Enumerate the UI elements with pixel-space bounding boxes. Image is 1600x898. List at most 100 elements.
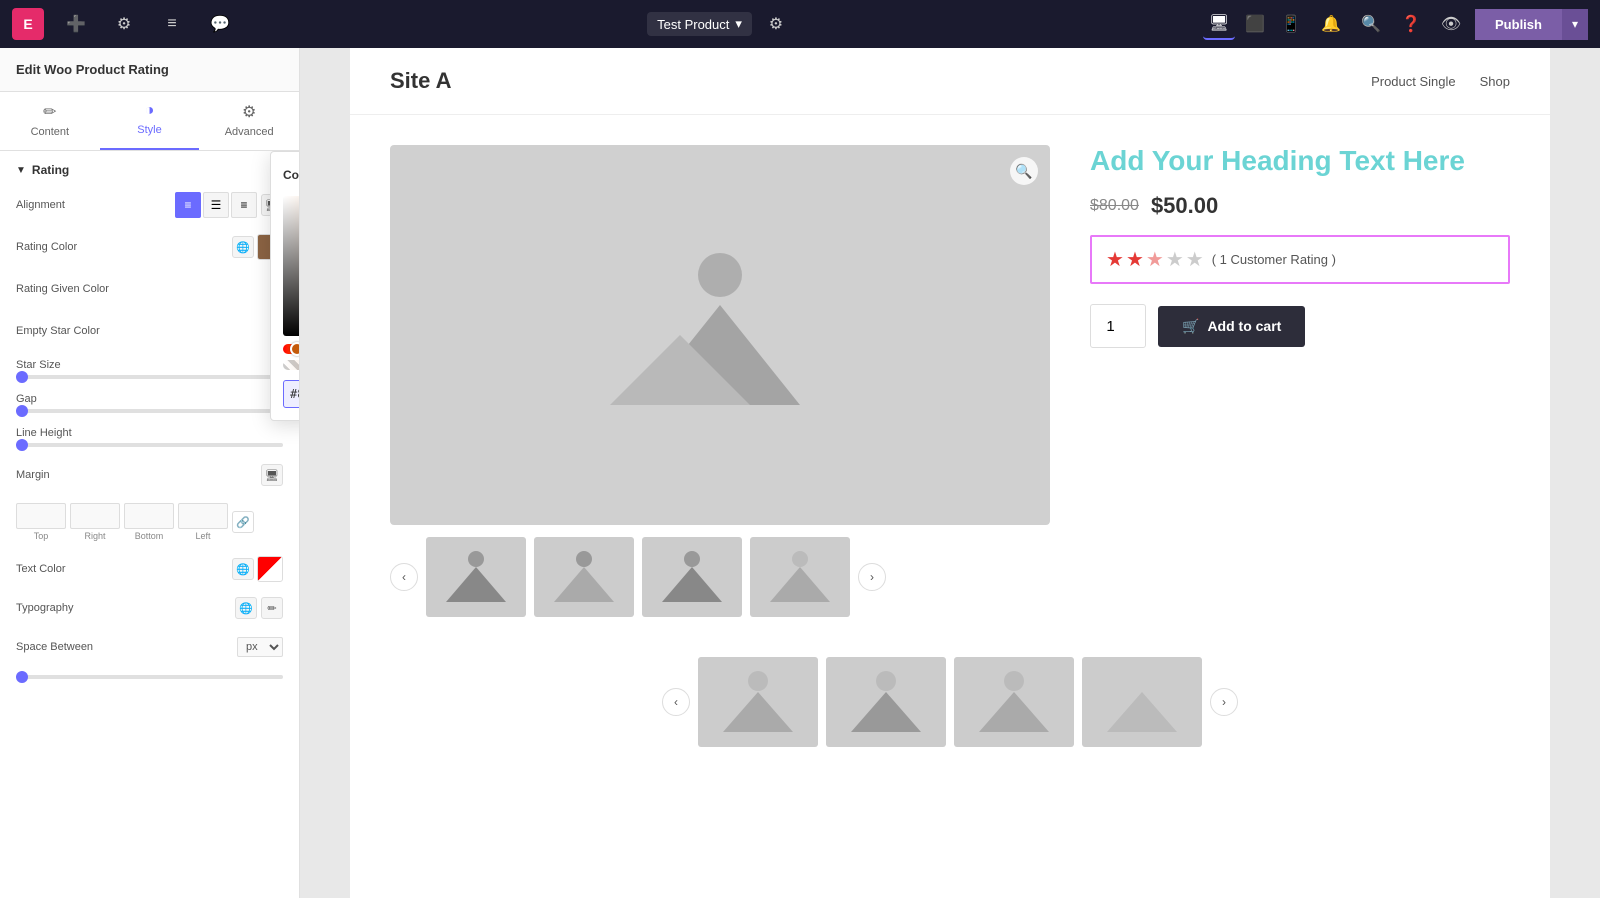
margin-responsive-button[interactable]: 🖥 [261,464,283,486]
margin-right-label: Right [84,531,105,541]
space-between-unit-select[interactable]: px em % [237,637,283,657]
align-left-button[interactable]: ≡ [175,192,201,218]
canvas-area: Site A Product Single Shop [300,48,1600,898]
margin-right-input[interactable] [70,503,120,529]
thumb-next-button[interactable]: › [858,563,886,591]
publish-button[interactable]: Publish [1475,9,1562,40]
typography-control: Typography 🌐 ✏ [16,597,283,619]
space-between-right: px em % [237,637,283,657]
line-height-label: Line Height [16,427,283,439]
add-to-cart-button[interactable]: 🛒 Add to cart [1158,306,1305,347]
tab-advanced[interactable]: ⚙ Advanced [199,92,299,150]
settings-panel-button[interactable]: ⚙ [108,8,140,40]
text-color-swatch[interactable] [257,556,283,582]
nav-shop[interactable]: Shop [1480,74,1510,89]
bottom-thumb-2[interactable] [826,657,946,747]
empty-star-color-control: Empty Star Color [16,317,283,345]
typography-global-button[interactable]: 🌐 [235,597,257,619]
thumb-prev-button[interactable]: ‹ [390,563,418,591]
tab-content[interactable]: ✏ Content [0,92,100,150]
typography-right: 🌐 ✏ [235,597,283,619]
star-3: ★ [1146,247,1164,272]
margin-bottom-label: Bottom [135,531,164,541]
tab-style[interactable]: ◑ Style [100,92,200,150]
color-picker-alpha-slider[interactable] [283,360,299,370]
align-center-button[interactable]: ☰ [203,192,229,218]
star-2: ★ [1126,247,1144,272]
publish-dropdown-button[interactable]: ▾ [1562,9,1588,40]
margin-left-input[interactable] [178,503,228,529]
layers-button[interactable]: ≡ [156,8,188,40]
thumbnail-1[interactable] [426,537,526,617]
notes-button[interactable]: 💬 [204,8,236,40]
margin-right-input-group: Right [70,503,120,541]
mobile-view-button[interactable]: 📱 [1275,8,1307,40]
bottom-thumb-3[interactable] [954,657,1074,747]
notifications-button[interactable]: 🔔 [1315,8,1347,40]
chevron-down-icon: ▾ [735,16,742,32]
space-between-slider[interactable] [16,675,283,679]
gap-slider[interactable] [16,409,283,413]
publish-group: Publish ▾ [1475,9,1588,40]
star-size-slider[interactable] [16,375,283,379]
topbar-right: 🖥 ⬛ 📱 🔔 🔍 ❓ 👁 Publish ▾ [1203,8,1588,40]
alignment-right: ≡ ☰ ≡ 🖥 [175,192,283,218]
thumbnail-2[interactable] [534,537,634,617]
desktop-view-button[interactable]: 🖥 [1203,8,1235,40]
left-panel: Edit Woo Product Rating ✏ Content ◑ Styl… [0,48,300,898]
topbar-center: Test Product ▾ ⚙ [647,8,792,40]
panel-header: Edit Woo Product Rating [0,48,299,92]
margin-bottom-input[interactable] [124,503,174,529]
advanced-tab-icon: ⚙ [242,102,256,122]
preview-button[interactable]: 👁 [1435,8,1467,40]
text-color-label: Text Color [16,563,232,575]
site-header: Site A Product Single Shop [350,48,1550,115]
rating-section-arrow: ▼ [16,165,26,176]
elementor-logo-icon[interactable]: E [12,8,44,40]
help-button[interactable]: ❓ [1395,8,1427,40]
text-color-control: Text Color 🌐 [16,555,283,583]
main-product-image: 🔍 [390,145,1050,525]
product-title-dropdown[interactable]: Test Product ▾ [647,12,752,36]
tablet-view-button[interactable]: ⬛ [1239,8,1271,40]
align-right-button[interactable]: ≡ [231,192,257,218]
margin-label: Margin [16,469,261,481]
thumb-svg-4 [760,547,840,607]
bottom-thumb-4[interactable] [1082,657,1202,747]
bottom-thumb-svg-2 [841,667,931,737]
add-element-button[interactable]: ➕ [60,8,92,40]
color-picker-hue-thumb[interactable] [290,342,299,356]
main-image-placeholder [610,245,830,425]
cart-icon: 🛒 [1182,318,1199,335]
bottom-next-button[interactable]: › [1210,688,1238,716]
margin-link-button[interactable]: 🔗 [232,511,254,533]
nav-product-single[interactable]: Product Single [1371,74,1456,89]
margin-inputs: Top Right Bottom Left 🔗 [16,503,283,541]
topbar-left: E ➕ ⚙ ≡ 💬 [12,8,236,40]
color-picker-hex-input[interactable]: #8F7E6D [283,380,299,408]
margin-top-input[interactable] [16,503,66,529]
search-button[interactable]: 🔍 [1355,8,1387,40]
rating-color-label: Rating Color [16,241,232,253]
line-height-slider[interactable] [16,443,283,447]
panel-title: Edit Woo Product Rating [16,62,169,77]
quantity-input[interactable]: 1 [1090,304,1146,348]
content-tab-icon: ✏ [43,102,56,122]
magnify-button[interactable]: 🔍 [1010,157,1038,185]
bottom-prev-button[interactable]: ‹ [662,688,690,716]
color-picker-gradient-area[interactable] [283,196,299,336]
rating-color-control: Rating Color 🌐 [16,233,283,261]
thumbnail-4[interactable] [750,537,850,617]
typography-edit-button[interactable]: ✏ [261,597,283,619]
bottom-thumb-1[interactable] [698,657,818,747]
text-color-global-button[interactable]: 🌐 [232,558,254,580]
rating-section-title[interactable]: ▼ Rating [16,163,283,177]
rating-color-global-button[interactable]: 🌐 [232,236,254,258]
star-5: ★ [1186,247,1204,272]
new-price: $50.00 [1151,193,1218,219]
site-settings-button[interactable]: ⚙ [760,8,792,40]
margin-left-label: Left [195,531,210,541]
star-size-label: Star Size [16,359,283,371]
color-picker-hue-slider[interactable] [283,344,299,354]
thumbnail-3[interactable] [642,537,742,617]
